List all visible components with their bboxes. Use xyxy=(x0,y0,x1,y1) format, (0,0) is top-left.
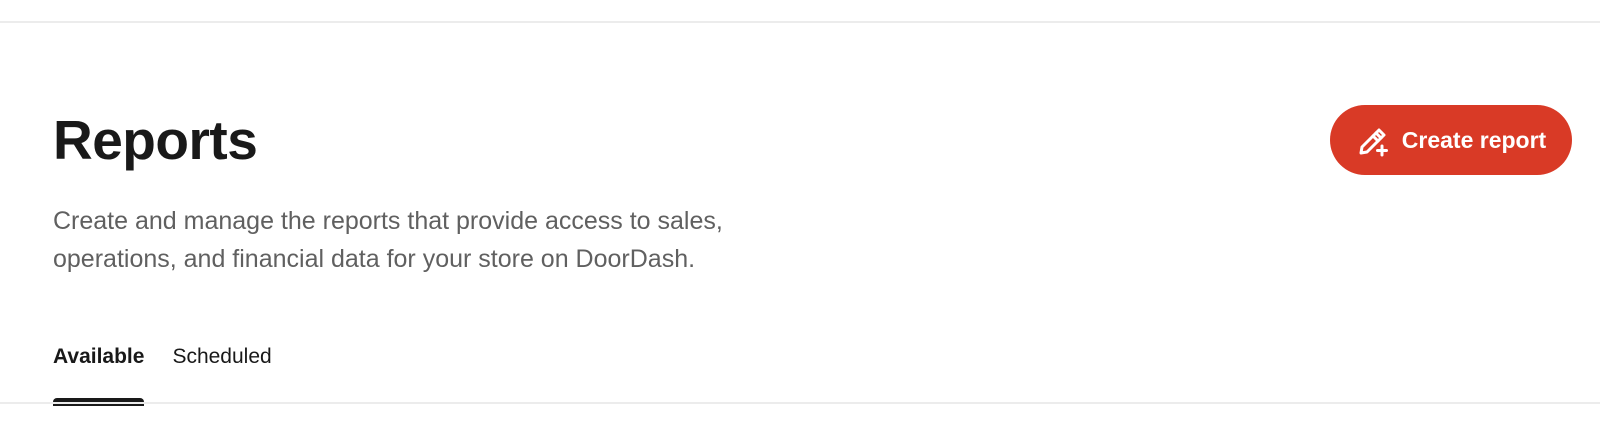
top-divider xyxy=(0,21,1600,23)
tab-scheduled-label: Scheduled xyxy=(172,345,272,368)
tabs-divider xyxy=(0,402,1600,404)
reports-page: Reports Create and manage the reports th… xyxy=(0,0,1600,421)
create-report-label: Create report xyxy=(1401,126,1547,153)
tab-available[interactable]: Available xyxy=(53,340,145,406)
page-description: Create and manage the reports that provi… xyxy=(53,207,723,273)
report-tabs: Available Scheduled xyxy=(53,340,272,406)
tab-scheduled[interactable]: Scheduled xyxy=(172,340,271,392)
pencil-plus-icon xyxy=(1359,128,1388,157)
create-report-button[interactable]: Create report xyxy=(1330,105,1572,175)
tab-available-label: Available xyxy=(53,345,145,368)
page-title: Reports xyxy=(53,109,258,171)
